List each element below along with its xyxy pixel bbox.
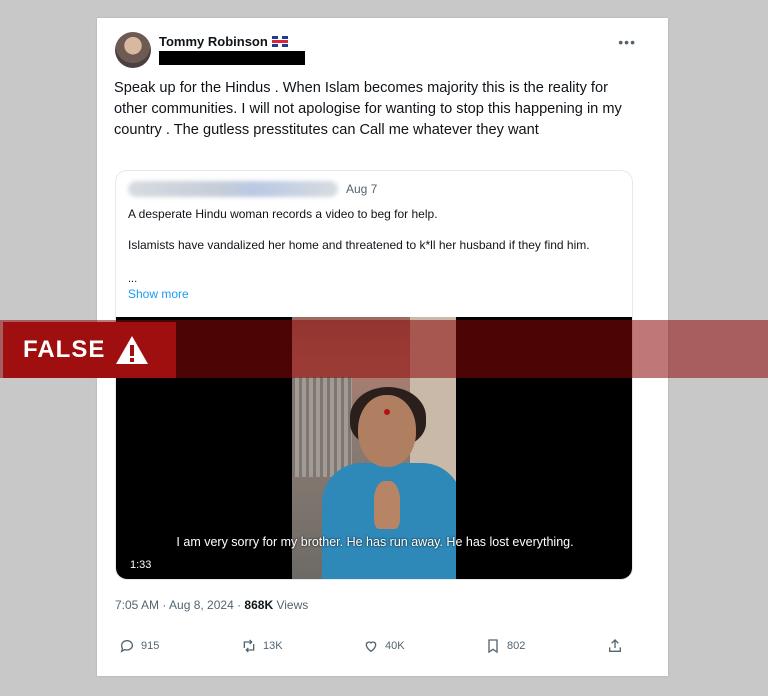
tweet-meta: 7:05 AM · Aug 8, 2024 · 868K Views (115, 598, 308, 612)
quote-text-line2: Islamists have vandalized her home and t… (128, 238, 590, 252)
tweet-timestamp[interactable]: 7:05 AM · Aug 8, 2024 · (115, 598, 244, 612)
redacted-handle (159, 51, 305, 65)
reply-button[interactable]: 915 (119, 638, 159, 654)
quote-ellipsis: ... (128, 273, 138, 285)
reply-count: 915 (141, 640, 160, 652)
tweet-text: Speak up for the Hindus . When Islam bec… (114, 80, 622, 138)
more-options-icon[interactable]: ••• (618, 34, 636, 50)
folded-hands (374, 481, 400, 529)
repost-icon (243, 639, 255, 653)
share-icon (609, 639, 621, 652)
repost-count: 13K (263, 640, 283, 652)
quote-header: Aug 7 (128, 181, 377, 197)
heart-icon (365, 641, 377, 653)
bookmark-button[interactable]: 802 (485, 638, 525, 654)
show-more-link[interactable]: Show more (128, 287, 189, 301)
like-count: 40K (385, 640, 405, 652)
author-name-row[interactable]: Tommy Robinson (159, 34, 288, 49)
bookmark-count: 802 (507, 640, 526, 652)
quote-text-line1: A desperate Hindu woman records a video … (128, 207, 438, 221)
views-label: Views (273, 598, 309, 612)
woman-face (358, 395, 416, 467)
quote-date: Aug 7 (346, 182, 378, 196)
video-duration: 1:33 (130, 559, 152, 571)
false-rating-label: FALSE (3, 322, 176, 378)
blurred-author (128, 181, 338, 197)
false-label-text: FALSE (23, 336, 106, 363)
video-subtitle: I am very sorry for my brother. He has r… (176, 535, 574, 549)
avatar[interactable] (115, 32, 151, 68)
share-button[interactable] (607, 638, 623, 654)
action-bar: 915 13K 40K 802 (115, 638, 630, 658)
repost-button[interactable]: 13K (241, 638, 283, 654)
warning-icon (116, 336, 149, 364)
author-name[interactable]: Tommy Robinson (159, 34, 268, 49)
bindi (384, 409, 390, 415)
bookmark-icon (488, 639, 498, 654)
like-button[interactable]: 40K (363, 638, 405, 654)
views-count: 868K (244, 598, 274, 612)
reply-icon (120, 639, 134, 653)
frame-railing (292, 377, 352, 477)
uk-flag-icon (271, 36, 288, 47)
